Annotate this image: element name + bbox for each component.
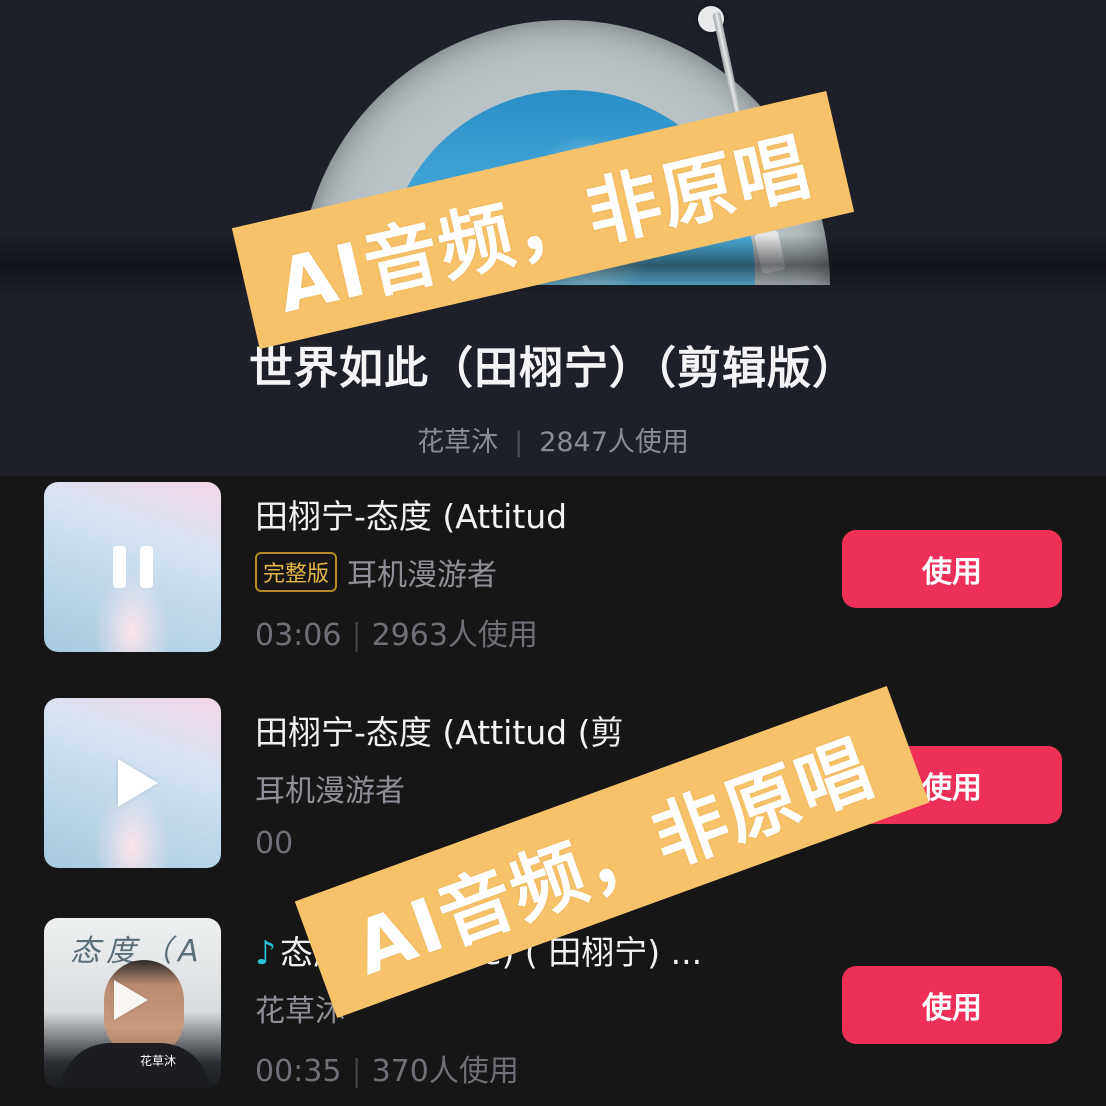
song-title: 田栩宁-态度 (Attitud bbox=[255, 497, 568, 536]
song-usage: 2847人使用 bbox=[539, 427, 689, 458]
list-item[interactable]: 态度（A 花草沐 ♪态度 (Attitude) ( 田栩宁) ... 花草沐 0… bbox=[0, 916, 1106, 1106]
song-cover[interactable] bbox=[44, 698, 221, 868]
song-author: 耳机漫游者 bbox=[347, 558, 498, 593]
song-cover[interactable] bbox=[44, 482, 221, 652]
stats-divider: | bbox=[351, 618, 362, 653]
cover-tag: 花草沐 bbox=[140, 1054, 177, 1068]
song-stats: 00:35 | 370人使用 bbox=[255, 1046, 519, 1090]
use-button[interactable]: 使用 bbox=[842, 966, 1062, 1044]
play-icon[interactable] bbox=[114, 980, 148, 1020]
song-usage: 370人使用 bbox=[371, 1054, 519, 1089]
song-author[interactable]: 花草沐 bbox=[417, 427, 498, 458]
song-list: 田栩宁-态度 (Attitud 完整版 耳机漫游者 03:06 | 2963人使用 使… bbox=[0, 476, 1106, 1089]
song-stats: 03:06 | 2963人使用 bbox=[255, 610, 538, 654]
play-icon bbox=[117, 759, 158, 807]
song-author: 耳机漫游者 bbox=[255, 774, 405, 809]
song-cover[interactable]: 态度（A 花草沐 bbox=[44, 918, 221, 1088]
song-duration: 03:06 bbox=[255, 618, 342, 653]
song-duration: 00:35 bbox=[255, 1054, 342, 1089]
song-title: 田栩宁-态度 (Attitud (剪 bbox=[255, 713, 624, 752]
pause-button[interactable] bbox=[44, 482, 221, 652]
song-meta: 花草沐 | 2847人使用 bbox=[0, 420, 1106, 459]
song-title: 世界如此（田栩宁）（剪辑版） bbox=[249, 343, 857, 394]
full-version-badge: 完整版 bbox=[255, 552, 338, 592]
use-button[interactable]: 使用 bbox=[842, 530, 1062, 608]
stats-divider: | bbox=[351, 1054, 362, 1089]
song-usage: 2963人使用 bbox=[371, 618, 538, 653]
pause-icon bbox=[112, 546, 153, 588]
artist-photo-body bbox=[60, 1043, 210, 1088]
music-note-icon: ♪ bbox=[255, 933, 277, 972]
meta-divider: | bbox=[514, 427, 524, 458]
list-item[interactable]: 田栩宁-态度 (Attitud 完整版 耳机漫游者 03:06 | 2963人使用 使… bbox=[0, 480, 1106, 670]
song-duration: 00 bbox=[255, 826, 294, 861]
song-byline: 完整版 耳机漫游者 bbox=[255, 550, 497, 594]
play-button[interactable] bbox=[44, 698, 221, 868]
